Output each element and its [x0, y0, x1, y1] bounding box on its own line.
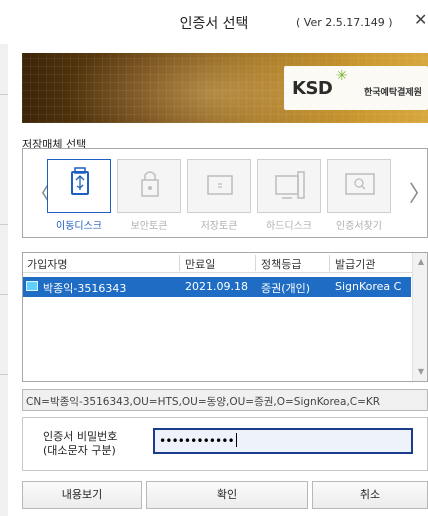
column-divider — [255, 255, 256, 271]
media-removable-disk-label: 이동디스크 — [56, 221, 102, 232]
media-removable-disk[interactable]: 이동디스크 — [47, 159, 111, 233]
media-next-arrow[interactable]: 〉 — [409, 176, 428, 208]
usb-icon — [71, 167, 89, 195]
column-header-issuer[interactable]: 발급기관 — [335, 256, 375, 272]
ksd-logo: KSD — [292, 78, 333, 99]
vertical-scrollbar[interactable]: ▲ ▼ — [412, 253, 427, 381]
media-cert-finder-frame — [327, 159, 391, 213]
certificate-dn-display: CN=박종익-3516343,OU=HTS,OU=동양,OU=증권,O=Sign… — [22, 389, 428, 411]
title-bar: 인증서 선택 ( Ver 2.5.17.149 ) ✕ — [0, 0, 428, 44]
media-storage-token-label: 저장토큰 — [200, 221, 238, 232]
version-label: ( Ver 2.5.17.149 ) — [296, 16, 393, 29]
column-divider — [179, 255, 180, 271]
close-button[interactable]: ✕ — [414, 10, 428, 30]
media-security-token-label: 보안토큰 — [130, 221, 168, 232]
token-icon — [207, 175, 233, 195]
password-masked-value: •••••••••••• — [159, 434, 235, 448]
media-storage-token-frame — [187, 159, 251, 213]
media-cert-finder-label: 인증서찾기 — [336, 221, 382, 232]
ksd-star-icon: ✳ — [336, 68, 348, 84]
column-header-name[interactable]: 가입자명 — [27, 256, 67, 272]
view-details-button[interactable]: 내용보기 — [22, 481, 142, 509]
cell-name: 박종익-3516343 — [43, 282, 127, 295]
column-header-policy[interactable]: 정책등급 — [261, 256, 301, 272]
ksd-org-name: 한국예탁결제원 — [364, 88, 422, 98]
media-security-token[interactable]: 보안토큰 — [117, 159, 181, 233]
lock-icon — [141, 171, 159, 197]
ksd-banner: KSD ✳ 한국예탁결제원 — [22, 53, 428, 123]
table-header: 가입자명 만료일 정책등급 발급기관 — [23, 253, 427, 273]
media-hard-disk[interactable]: 하드디스크 — [257, 159, 321, 233]
certificate-list[interactable]: 가입자명 만료일 정책등급 발급기관 박종익-3516343 2021.09.1… — [22, 252, 428, 382]
cancel-button[interactable]: 취소 — [312, 481, 428, 509]
scroll-down-arrow-icon[interactable]: ▼ — [413, 365, 427, 379]
password-case-note: (대소문자 구분) — [43, 444, 116, 457]
column-header-expiry[interactable]: 만료일 — [185, 256, 215, 272]
media-hard-disk-label: 하드디스크 — [266, 221, 312, 232]
confirm-button[interactable]: 확인 — [146, 481, 308, 509]
media-security-token-frame — [117, 159, 181, 213]
media-removable-disk-frame — [47, 159, 111, 213]
media-cert-finder[interactable]: 인증서찾기 — [327, 159, 391, 233]
certificate-icon — [26, 281, 38, 291]
monitor-icon — [275, 171, 305, 199]
password-panel: 인증서 비밀번호 (대소문자 구분) •••••••••••• — [22, 417, 428, 471]
cell-expiry: 2021.09.18 — [185, 280, 248, 293]
media-storage-token[interactable]: 저장토큰 — [187, 159, 251, 233]
cell-policy: 증권(개인) — [261, 282, 311, 295]
cell-issuer: SignKorea C — [335, 280, 402, 293]
password-input[interactable]: •••••••••••• — [153, 428, 413, 454]
media-hard-disk-frame — [257, 159, 321, 213]
search-icon — [345, 173, 375, 195]
text-caret — [235, 433, 237, 447]
background-window-strip — [0, 44, 8, 516]
scroll-up-arrow-icon[interactable]: ▲ — [413, 255, 427, 269]
ksd-logo-box: KSD ✳ 한국예탁결제원 — [284, 66, 428, 110]
table-row[interactable]: 박종익-3516343 2021.09.18 증권(개인) SignKorea … — [23, 277, 411, 297]
column-divider — [329, 255, 330, 271]
storage-media-panel: 〈 이동디스크 보안토큰 저장토큰 하드디스크 인증서찾기 — [22, 148, 428, 238]
